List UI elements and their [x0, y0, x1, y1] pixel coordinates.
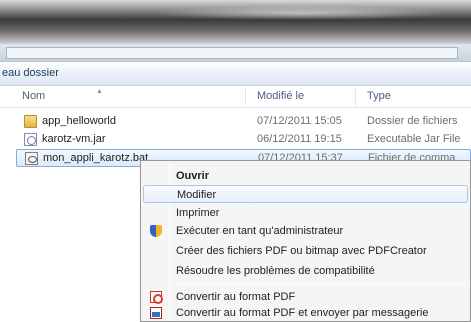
menu-item-edit[interactable]: Modifier [143, 185, 468, 203]
menu-item-print[interactable]: Imprimer [143, 204, 468, 222]
menu-item-convert-pdf-email[interactable]: Convertir au format PDF et envoyer par m… [143, 304, 468, 322]
file-type: Executable Jar File [367, 133, 461, 145]
menu-item-run-as-admin[interactable]: Exécuter en tant qu'administrateur [143, 222, 468, 240]
file-row-app-helloworld[interactable]: app_helloworld 07/12/2011 15:05 Dossier … [16, 113, 471, 131]
menu-item-label: Imprimer [176, 207, 220, 219]
menu-item-label: Ouvrir [176, 170, 210, 182]
column-header-type[interactable]: Type [367, 90, 391, 102]
menu-item-label: Résoudre les problèmes de compatibilité [176, 265, 375, 277]
menu-item-label: Modifier [177, 189, 217, 201]
breadcrumb[interactable]: eau dossier [2, 67, 59, 79]
batch-file-icon [25, 152, 38, 165]
file-type: Dossier de fichiers [367, 115, 458, 127]
toolbar: eau dossier [0, 62, 471, 86]
column-headers: Nom Modifié le Type [0, 86, 471, 108]
window-title-bar [0, 0, 471, 44]
file-name: mon_appli_karotz.bat [43, 152, 149, 164]
jar-file-icon [24, 133, 37, 146]
menu-separator [172, 283, 466, 284]
menu-item-troubleshoot-compatibility[interactable]: Résoudre les problèmes de compatibilité [143, 262, 468, 280]
context-menu: Ouvrir Modifier Imprimer Exécuter en tan… [140, 160, 471, 322]
file-name: karotz-vm.jar [42, 133, 106, 145]
column-header-modified[interactable]: Modifié le [257, 90, 304, 102]
menu-item-pdfcreator[interactable]: Créer des fichiers PDF ou bitmap avec PD… [143, 242, 468, 260]
menu-item-open[interactable]: Ouvrir [143, 167, 468, 185]
file-row-karotz-vm-jar[interactable]: karotz-vm.jar 06/12/2011 19:15 Executabl… [16, 131, 471, 149]
column-divider[interactable] [245, 88, 246, 106]
column-divider[interactable] [355, 88, 356, 106]
pdf-convert-icon [150, 291, 163, 304]
file-modified: 07/12/2011 15:05 [257, 115, 342, 127]
menu-item-label: Convertir au format PDF et envoyer par m… [176, 307, 429, 319]
menu-item-label: Exécuter en tant qu'administrateur [176, 225, 344, 237]
column-header-name[interactable]: Nom [22, 90, 45, 102]
file-modified: 06/12/2011 19:15 [257, 133, 342, 145]
file-name: app_helloworld [42, 115, 116, 127]
menu-item-label: Convertir au format PDF [176, 291, 296, 303]
pdf-mail-icon [150, 307, 162, 319]
address-bar [0, 44, 471, 62]
folder-icon [24, 115, 37, 128]
title-glare [150, 6, 450, 20]
sort-ascending-icon: ▲ [96, 88, 103, 95]
address-field[interactable] [6, 47, 458, 59]
menu-item-label: Créer des fichiers PDF ou bitmap avec PD… [176, 245, 427, 257]
uac-shield-icon [150, 225, 162, 237]
